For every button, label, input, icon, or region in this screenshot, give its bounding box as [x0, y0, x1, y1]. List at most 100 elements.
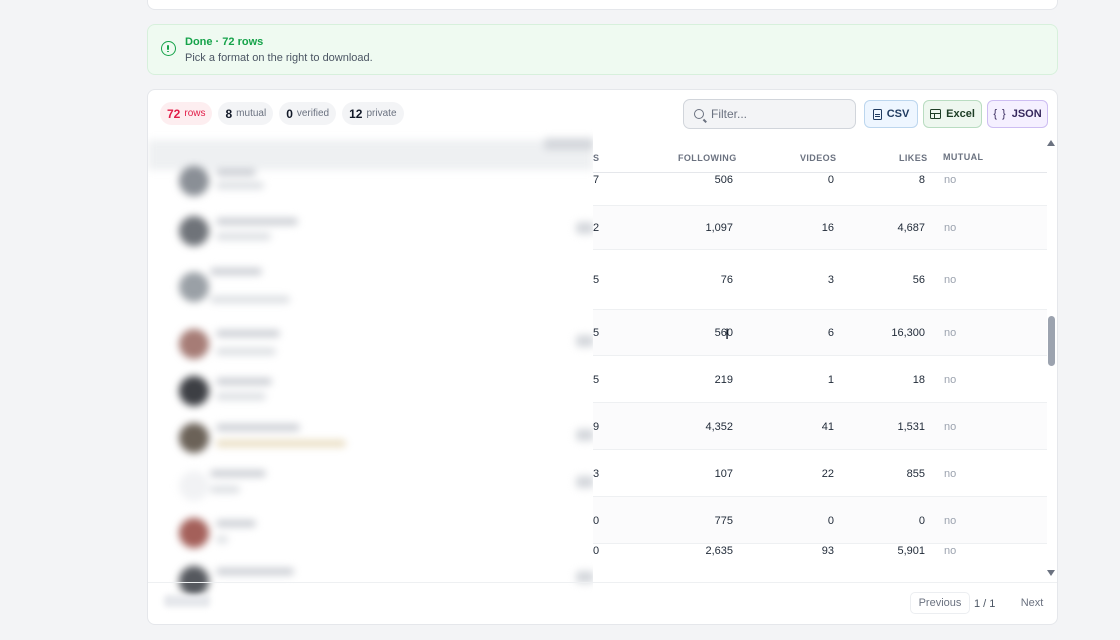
table-row[interactable]: 0 775 0 0 no — [593, 497, 1047, 544]
blurred-text — [216, 440, 346, 447]
col-videos[interactable]: VIDEOS — [800, 153, 836, 163]
avatar — [179, 423, 209, 453]
stat-value: 0 — [286, 106, 293, 121]
scrollbar-thumb[interactable] — [1048, 316, 1055, 366]
col-followers[interactable]: S — [593, 153, 599, 163]
following-cell: 1,097 — [705, 222, 733, 234]
banner-title: Done · 72 rows — [185, 36, 264, 48]
blurred-text — [216, 233, 271, 240]
blurred-text — [216, 182, 264, 189]
scroll-down-arrow[interactable] — [1047, 570, 1055, 576]
following-cell: 4,352 — [705, 420, 733, 433]
page-indicator: 1 / 1 — [974, 598, 996, 610]
likes-cell: 5,901 — [897, 545, 925, 557]
videos-cell: 0 — [827, 514, 834, 527]
likes-cell: 4,687 — [897, 222, 925, 234]
export-csv-button[interactable]: CSV — [864, 100, 918, 128]
blurred-text — [216, 424, 300, 431]
table-row[interactable]: 5 219 1 18 no — [593, 356, 1047, 403]
stats-chips: 72 rows 8 mutual 0 verified 12 private — [160, 102, 404, 125]
alert-circle-icon — [161, 41, 176, 56]
export-json-label: JSON — [1011, 108, 1042, 120]
blurred-content — [148, 126, 593, 616]
following-cell: 560 — [714, 327, 733, 339]
blurred-text — [216, 520, 256, 527]
mutual-cell: no — [944, 420, 957, 433]
followers-cell: 5 — [593, 274, 600, 286]
blurred-text — [210, 296, 290, 303]
mutual-cell: no — [944, 514, 957, 527]
mutual-cell: no — [944, 274, 957, 286]
blurred-count — [576, 222, 593, 234]
next-page-button[interactable]: Next — [1014, 592, 1050, 614]
blurred-count — [576, 335, 593, 347]
col-mutual[interactable]: MUTUAL — [943, 152, 983, 162]
blurred-footer-text — [164, 595, 210, 607]
followers-cell: 5 — [593, 373, 600, 386]
blurred-text — [216, 536, 228, 543]
export-csv-label: CSV — [886, 108, 910, 120]
table-icon — [930, 109, 942, 119]
previous-page-button[interactable]: Previous — [910, 592, 970, 614]
stat-chip-mutual[interactable]: 8 mutual — [218, 102, 274, 125]
blurred-text — [216, 348, 276, 355]
mutual-cell: no — [944, 174, 957, 186]
following-cell: 506 — [714, 174, 733, 186]
blurred-count — [576, 476, 593, 488]
followers-cell: 0 — [593, 514, 600, 527]
stat-chip-verified[interactable]: 0 verified — [279, 102, 337, 125]
videos-cell: 3 — [827, 274, 834, 286]
videos-cell: 93 — [821, 545, 834, 557]
following-cell: 107 — [714, 467, 733, 480]
following-cell: 2,635 — [705, 545, 733, 557]
likes-cell: 16,300 — [891, 327, 925, 339]
scroll-up-arrow[interactable] — [1047, 140, 1055, 146]
likes-cell: 1,531 — [897, 420, 925, 433]
blurred-header-cell — [544, 138, 593, 150]
export-json-button[interactable]: { } JSON — [987, 100, 1048, 128]
blurred-text — [216, 568, 294, 575]
mutual-cell: no — [944, 467, 957, 480]
table-row[interactable]: 9 4,352 41 1,531 no — [593, 403, 1047, 450]
export-excel-label: Excel — [946, 108, 975, 120]
table-row[interactable]: 5 76 3 56 no — [593, 250, 1047, 310]
stat-value: 8 — [225, 106, 233, 121]
avatar — [179, 518, 209, 548]
likes-cell: 56 — [912, 274, 925, 286]
stat-value: 12 — [349, 106, 363, 121]
avatar — [179, 272, 209, 302]
following-cell: 76 — [720, 274, 733, 286]
col-following[interactable]: FOLLOWING — [678, 153, 737, 163]
table-row[interactable]: 0 2,635 93 5,901 no — [593, 544, 1047, 581]
export-excel-button[interactable]: Excel — [923, 100, 982, 128]
blurred-text — [216, 330, 280, 337]
table-row[interactable]: 7 506 0 8 no — [593, 173, 1047, 206]
results-panel: 72 rows 8 mutual 0 verified 12 private C… — [147, 89, 1058, 625]
stat-label: verified — [296, 108, 330, 119]
followers-cell: 2 — [593, 222, 600, 234]
avatar — [179, 471, 209, 501]
avatar — [179, 329, 209, 359]
stat-chip-rows[interactable]: 72 rows — [160, 102, 213, 125]
blurred-text — [216, 393, 266, 400]
blurred-text — [210, 486, 240, 493]
col-likes[interactable]: LIKES — [899, 153, 928, 163]
file-icon — [872, 108, 882, 120]
table-row[interactable]: 5 560 6 16,300 no — [593, 310, 1047, 356]
blurred-text — [210, 470, 266, 477]
stat-value: 72 — [167, 106, 181, 121]
blurred-text — [216, 378, 272, 385]
avatar — [179, 166, 209, 196]
videos-cell: 16 — [821, 222, 834, 234]
filter-input[interactable] — [711, 107, 851, 121]
blurred-count — [576, 429, 593, 441]
mutual-cell: no — [944, 545, 957, 557]
table-row[interactable]: 3 107 22 855 no — [593, 450, 1047, 497]
likes-cell: 855 — [906, 467, 925, 480]
mutual-cell: no — [944, 327, 957, 339]
table-row[interactable]: 2 1,097 16 4,687 no — [593, 206, 1047, 250]
videos-cell: 6 — [827, 327, 834, 339]
stat-chip-private[interactable]: 12 private — [342, 102, 404, 125]
table-footer: Previous 1 / 1 Next — [148, 582, 1057, 624]
followers-cell: 9 — [593, 420, 600, 433]
